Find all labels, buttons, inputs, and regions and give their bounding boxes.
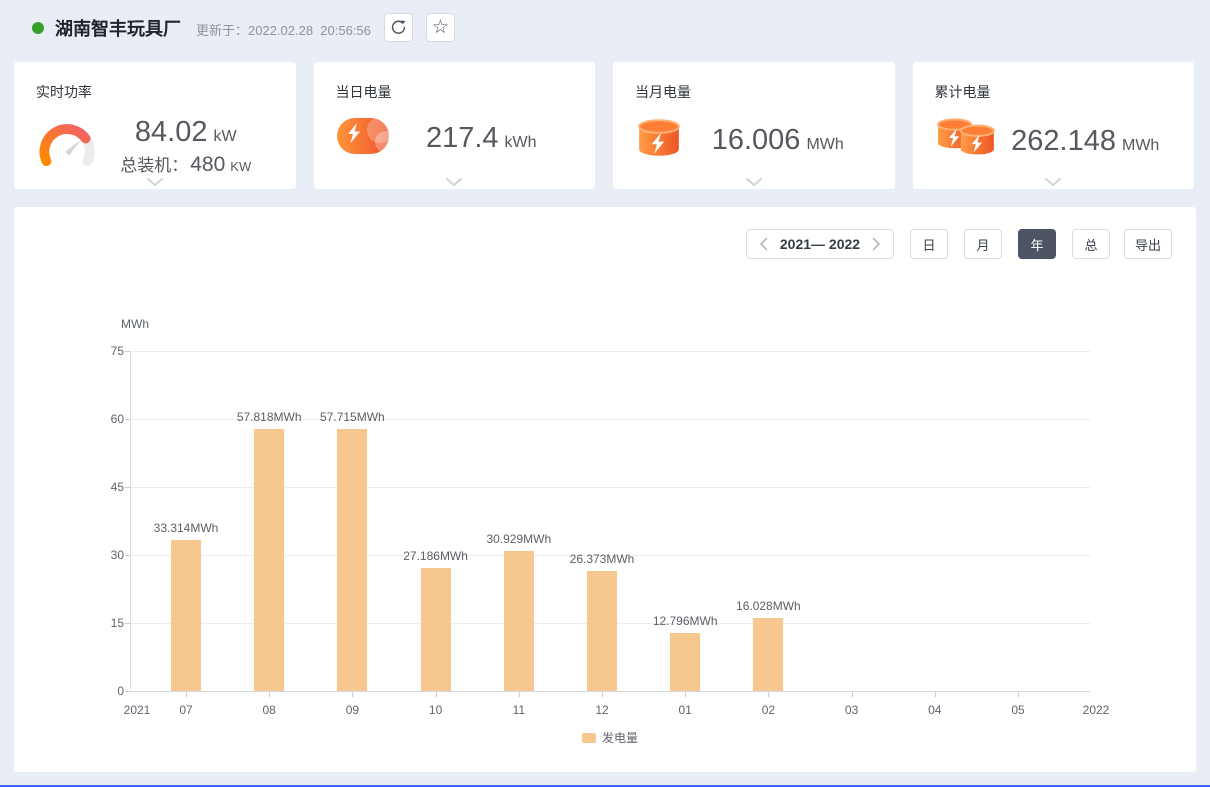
date-range-picker[interactable]: 2021— 2022 — [746, 229, 894, 259]
x-axis-tick — [269, 692, 270, 697]
x-tick-label: 02 — [738, 703, 798, 717]
bar[interactable] — [753, 618, 783, 691]
x-axis-tick — [352, 692, 353, 697]
x-tick-label: 11 — [489, 703, 549, 717]
status-dot — [32, 22, 44, 34]
bolt-pill-icon — [336, 116, 390, 161]
bar-value-label: 33.314MWh — [131, 521, 241, 535]
installed-capacity-unit: KW — [230, 159, 251, 174]
gauge-icon — [36, 118, 98, 175]
x-tick-label: 08 — [239, 703, 299, 717]
y-axis-tick — [125, 691, 130, 692]
bar[interactable] — [504, 551, 534, 691]
x-tick-label: 09 — [322, 703, 382, 717]
stat-unit: MWh — [806, 136, 843, 154]
x-tick-label: 01 — [655, 703, 715, 717]
bar-value-label: 12.796MWh — [630, 614, 740, 628]
x-axis-tick — [519, 692, 520, 697]
stat-value: 16.006 — [712, 124, 801, 157]
stat-value: 84.02 — [135, 116, 208, 149]
chart-panel: 2021— 2022 日 月 年 总 导出 MWh 发电量 0 15 30 45 60 7… — [14, 207, 1196, 772]
header: 湖南智丰玩具厂 更新于：2022.02.28 20:56:56 ☆ — [0, 0, 1210, 55]
stat-unit: kWh — [505, 134, 537, 152]
bar[interactable] — [254, 429, 284, 691]
x-tick-label: 12 — [572, 703, 632, 717]
x-axis-tick — [768, 692, 769, 697]
stat-card-realtime-power: 实时功率 84.02 kW — [14, 62, 296, 189]
x-tick-label: 03 — [822, 703, 882, 717]
x-tick-label: 05 — [988, 703, 1048, 717]
x-axis-tick — [1018, 692, 1019, 697]
legend-swatch — [582, 733, 596, 743]
bar-value-label: 26.373MWh — [547, 552, 657, 566]
next-range-icon[interactable] — [872, 237, 881, 251]
y-tick-label: 60 — [84, 412, 124, 426]
stat-label: 累计电量 — [935, 82, 1173, 102]
x-tick-label: 2021 — [107, 703, 167, 717]
tab-year[interactable]: 年 — [1018, 229, 1056, 259]
expand-chevron-icon[interactable] — [1045, 178, 1061, 186]
star-icon: ☆ — [432, 18, 449, 37]
expand-chevron-icon[interactable] — [147, 178, 163, 186]
y-tick-label: 30 — [84, 548, 124, 562]
chart-toolbar: 2021— 2022 日 月 年 总 导出 — [746, 229, 1172, 259]
stat-unit: MWh — [1122, 137, 1159, 155]
battery-stack-icon — [935, 116, 999, 167]
x-tick-label: 2022 — [1066, 703, 1126, 717]
legend-item[interactable]: 发电量 — [582, 729, 638, 746]
stat-card-total-energy: 累计电量 — [913, 62, 1195, 189]
stat-label: 当月电量 — [635, 82, 873, 102]
tab-total[interactable]: 总 — [1072, 229, 1110, 259]
prev-range-icon[interactable] — [759, 237, 768, 251]
expand-chevron-icon[interactable] — [746, 178, 762, 186]
stat-value: 262.148 — [1011, 125, 1116, 158]
legend-label: 发电量 — [602, 729, 638, 746]
bar[interactable] — [337, 429, 367, 691]
y-tick-label: 0 — [84, 684, 124, 698]
stat-unit: kW — [213, 128, 236, 146]
bar[interactable] — [587, 571, 617, 691]
x-axis-tick — [935, 692, 936, 697]
stats-row: 实时功率 84.02 kW — [14, 62, 1194, 189]
tab-day[interactable]: 日 — [910, 229, 948, 259]
bar-value-label: 30.929MWh — [464, 532, 574, 546]
bar[interactable] — [421, 568, 451, 691]
y-tick-label: 75 — [84, 344, 124, 358]
date-range-label: 2021— 2022 — [780, 236, 860, 252]
stat-card-monthly-energy: 当月电量 16.006 MWh — [613, 62, 895, 189]
favorite-button[interactable]: ☆ — [426, 13, 455, 42]
export-button[interactable]: 导出 — [1124, 229, 1172, 259]
bar-value-label: 57.715MWh — [297, 410, 407, 424]
stat-card-daily-energy: 当日电量 217.4 kWh — [314, 62, 596, 189]
refresh-icon — [390, 19, 407, 36]
refresh-button[interactable] — [384, 13, 413, 42]
x-tick-label: 04 — [905, 703, 965, 717]
bar[interactable] — [670, 633, 700, 691]
gridline — [130, 691, 1090, 692]
y-axis-title: MWh — [121, 317, 149, 331]
bar-value-label: 16.028MWh — [713, 599, 823, 613]
installed-capacity-label: 总装机： — [120, 151, 188, 176]
gridline — [130, 351, 1090, 352]
x-axis-tick — [685, 692, 686, 697]
site-title: 湖南智丰玩具厂 — [55, 15, 181, 41]
battery-cylinder-icon — [635, 116, 683, 165]
tab-month[interactable]: 月 — [964, 229, 1002, 259]
x-axis-tick — [602, 692, 603, 697]
updated-timestamp: 更新于：2022.02.28 20:56:56 — [196, 20, 371, 39]
stat-value: 217.4 — [426, 122, 499, 155]
bar[interactable] — [171, 540, 201, 691]
installed-capacity-value: 480 — [190, 153, 225, 177]
bar-value-label: 27.186MWh — [381, 549, 491, 563]
stat-label: 当日电量 — [336, 82, 574, 102]
x-tick-label: 10 — [406, 703, 466, 717]
y-tick-label: 15 — [84, 616, 124, 630]
x-axis-tick — [186, 692, 187, 697]
x-axis-tick — [436, 692, 437, 697]
y-tick-label: 45 — [84, 480, 124, 494]
stat-label: 实时功率 — [36, 82, 274, 102]
expand-chevron-icon[interactable] — [446, 178, 462, 186]
bar-chart: MWh 发电量 015304560750733.314MWh0857.818MW… — [14, 317, 1196, 767]
x-axis-tick — [852, 692, 853, 697]
